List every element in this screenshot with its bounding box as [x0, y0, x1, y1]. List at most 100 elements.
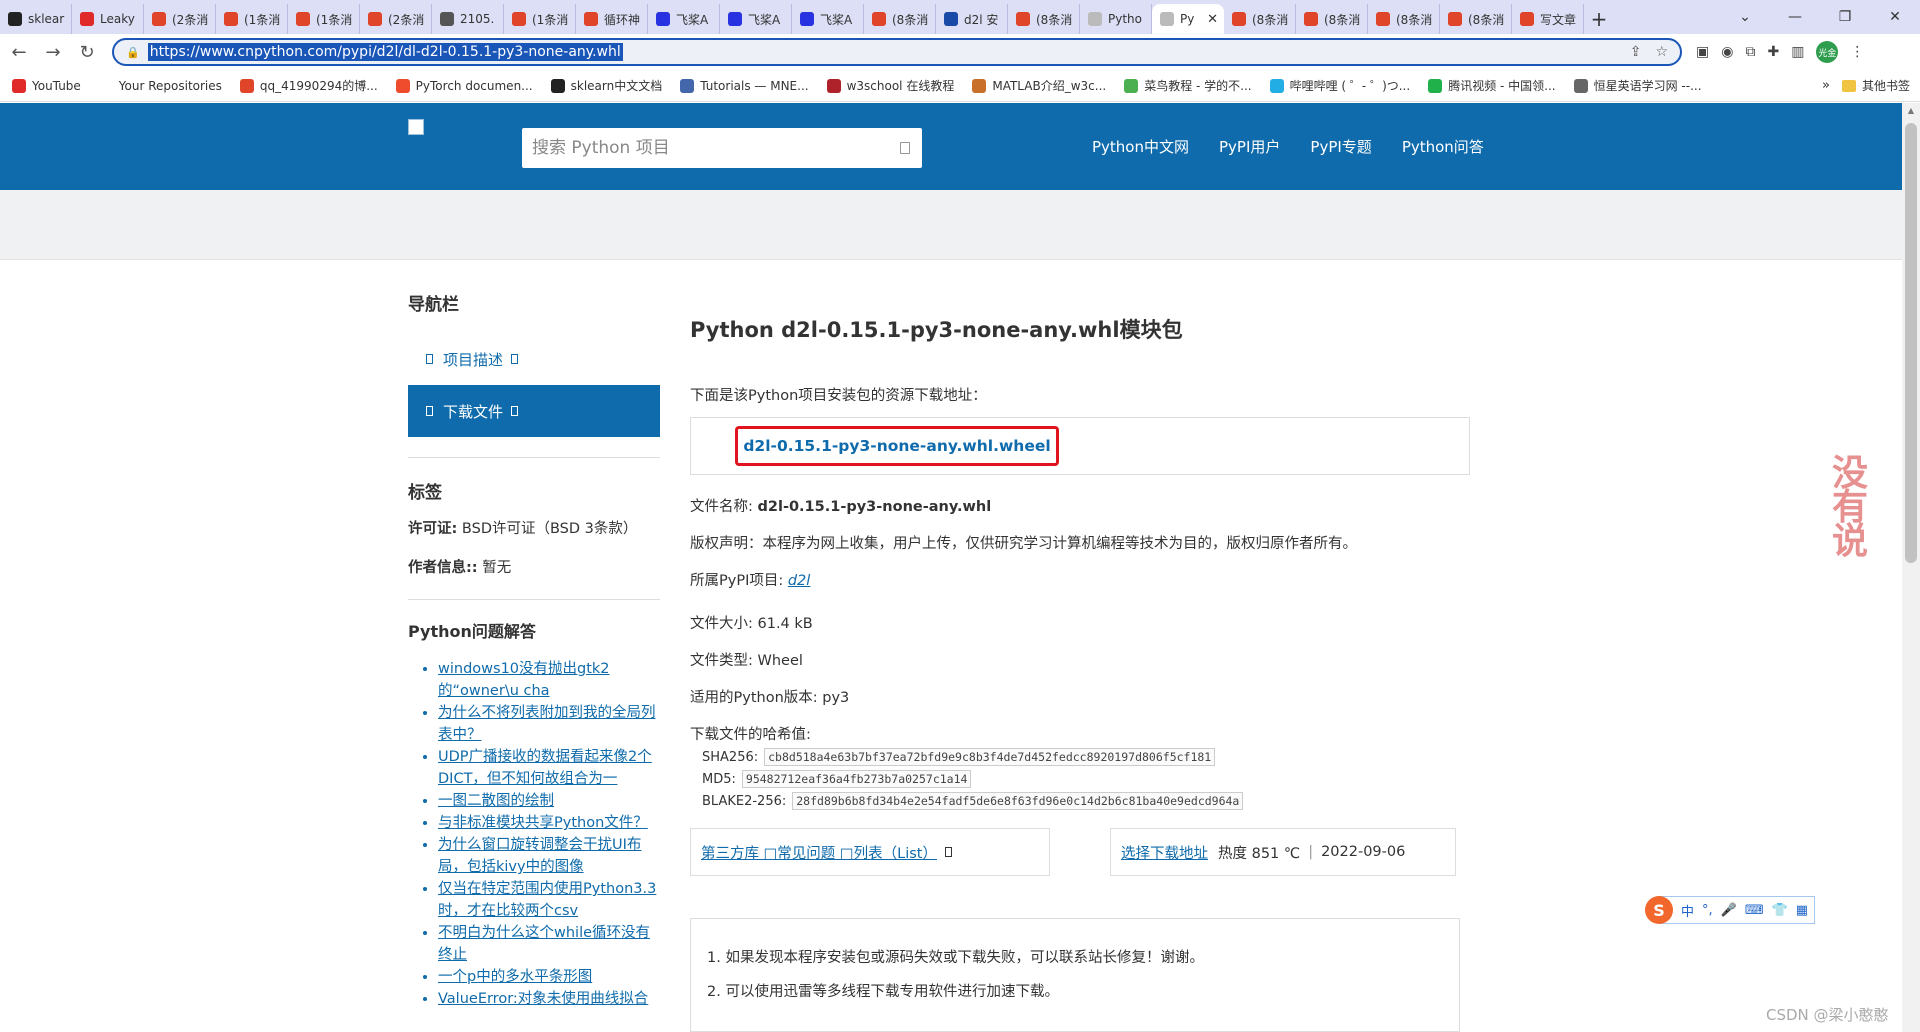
nav-python-qa[interactable]: Python问答	[1402, 136, 1484, 157]
bookmark-item[interactable]: MATLAB介绍_w3c...	[972, 77, 1106, 94]
ime-keyboard-icon[interactable]: ⌨	[1745, 903, 1764, 918]
bookmark-item[interactable]: PyTorch documen...	[395, 78, 533, 93]
ime-punctuation-icon[interactable]: °,	[1702, 903, 1713, 918]
back-button[interactable]: ←	[4, 37, 34, 67]
address-bar[interactable]: 🔒 https://www.cnpython.com/pypi/d2l/dl-d…	[112, 38, 1682, 66]
third-party-links[interactable]: 第三方库 □常见问题 □列表（List）	[701, 842, 937, 863]
nav-python-cn[interactable]: Python中文网	[1092, 136, 1189, 157]
nav-pypi-users[interactable]: PyPI用户	[1219, 136, 1280, 157]
other-bookmarks[interactable]: 其他书签	[1841, 77, 1910, 94]
menu-icon[interactable]: ⋮	[1850, 44, 1864, 60]
license-label: 许可证:	[408, 521, 458, 537]
url-text[interactable]: https://www.cnpython.com/pypi/d2l/dl-d2l…	[147, 43, 623, 61]
nav-pypi-topics[interactable]: PyPI专题	[1310, 136, 1371, 157]
bookmark-item[interactable]: qq_41990294的博...	[239, 77, 378, 94]
file-type-label: 文件类型:	[690, 653, 753, 669]
qa-link[interactable]: 一个p中的多水平条形图	[438, 969, 592, 985]
search-input[interactable]	[532, 138, 872, 158]
browser-tab[interactable]: 飞桨A	[648, 4, 720, 34]
hash-value[interactable]: 28fd89b6b8fd34b4e2e54fadf5de6e8f63fd96e0…	[792, 792, 1244, 810]
qa-list-item: 仅当在特定范围内使用Python3.3时，才在比较两个csv	[438, 878, 660, 922]
hash-value[interactable]: cb8d518a4e63b7bf37ea72bfd9e9c8b3f4de7d45…	[764, 748, 1216, 766]
hash-value[interactable]: 95482712eaf36a4fb273b7a0257c1a14	[741, 770, 972, 788]
tab-search-icon[interactable]: ⌄	[1720, 9, 1770, 25]
ime-skin-icon[interactable]: 👕	[1772, 903, 1788, 918]
qa-link[interactable]: 为什么不将列表附加到我的全局列表中？	[438, 705, 656, 743]
browser-tab[interactable]: (2条消	[144, 4, 216, 34]
scroll-up-icon[interactable]: ▲	[1902, 103, 1920, 119]
browser-tab[interactable]: d2l 安	[936, 4, 1008, 34]
bookmark-item[interactable]: 哔哩哔哩 ( ゜- ゜)つ...	[1269, 77, 1410, 94]
lock-icon[interactable]: 🔒	[126, 46, 140, 59]
extension-icon[interactable]: ▣	[1696, 44, 1709, 60]
bookmark-item[interactable]: 腾讯视频 - 中国领...	[1428, 77, 1556, 94]
qa-link[interactable]: 不明白为什么这个while循环没有终止	[438, 925, 650, 963]
search-icon[interactable]	[900, 142, 910, 154]
browser-tab[interactable]: (8条消	[1368, 4, 1440, 34]
qa-link[interactable]: 一图二散图的绘制	[438, 793, 554, 809]
bookmark-item[interactable]: YouTube	[12, 78, 81, 93]
ime-voice-icon[interactable]: 🎤	[1721, 903, 1737, 918]
close-window-button[interactable]: ✕	[1870, 9, 1920, 25]
copy-extension-icon[interactable]: ⧉	[1745, 44, 1755, 60]
browser-tab[interactable]: (8条消	[1224, 4, 1296, 34]
site-logo[interactable]	[408, 119, 424, 135]
browser-tab[interactable]: (2条消	[360, 4, 432, 34]
restore-button[interactable]: ❐	[1820, 9, 1870, 25]
puzzle-icon[interactable]: ✚	[1767, 44, 1779, 60]
browser-tab[interactable]: (8条消	[1008, 4, 1080, 34]
browser-tab[interactable]: 飞桨A	[792, 4, 864, 34]
bookmark-item[interactable]: 恒星英语学习网 --...	[1573, 77, 1702, 94]
qa-link[interactable]: UDP广播接收的数据看起来像2个DICT，但不知何故组合为一	[438, 749, 652, 787]
minimize-button[interactable]: —	[1770, 9, 1820, 25]
new-tab-button[interactable]: +	[1584, 4, 1614, 34]
sidebar-item-description[interactable]: 项目描述	[408, 333, 660, 385]
download-link[interactable]: d2l-0.15.1-py3-none-any.whl.wheel	[743, 437, 1050, 455]
sidepanel-icon[interactable]: ▥	[1791, 44, 1804, 60]
page-scrollbar[interactable]: ▲	[1902, 103, 1920, 1032]
bookmark-item[interactable]: Your Repositories	[98, 78, 222, 93]
qa-link[interactable]: 为什么窗口旋转调整会干扰UI布局，包括kivy中的图像	[438, 837, 641, 875]
chrome-extension-icon[interactable]: ◉	[1721, 44, 1733, 60]
qa-link[interactable]: windows10没有抛出gtk2的“owner\u cha	[438, 661, 610, 699]
qa-link[interactable]: ValueError:对象未使用曲线拟合	[438, 991, 648, 1007]
tab-favicon-icon	[152, 12, 166, 26]
tab-close-icon[interactable]: ✕	[1207, 12, 1218, 27]
qa-link[interactable]: 与非标准模块共享Python文件？	[438, 815, 648, 831]
pypi-project-link[interactable]: d2l	[788, 573, 810, 589]
forward-button[interactable]: →	[38, 37, 68, 67]
browser-tab[interactable]: 飞桨A	[720, 4, 792, 34]
browser-tab[interactable]: 写文章	[1512, 4, 1584, 34]
browser-tab[interactable]: (8条消	[1440, 4, 1512, 34]
bookmark-item[interactable]: w3school 在线教程	[826, 77, 954, 94]
browser-tab[interactable]: Pytho	[1080, 4, 1152, 34]
sogou-logo-icon[interactable]: S	[1645, 896, 1673, 924]
bookmark-item[interactable]: Tutorials — MNE...	[680, 78, 809, 93]
scrollbar-thumb[interactable]	[1905, 123, 1917, 563]
sidebar-item-download[interactable]: 下载文件	[408, 385, 660, 437]
qa-link[interactable]: 仅当在特定范围内使用Python3.3时，才在比较两个csv	[438, 881, 656, 919]
browser-tab[interactable]: Leaky	[72, 4, 144, 34]
browser-tab[interactable]: 循环神	[576, 4, 648, 34]
reload-button[interactable]: ↻	[72, 37, 102, 67]
browser-tab[interactable]: (8条消	[864, 4, 936, 34]
browser-tab[interactable]: sklear	[0, 4, 72, 34]
choose-download-link[interactable]: 选择下载地址	[1121, 842, 1208, 863]
bookmark-item[interactable]: sklearn中文文档	[550, 77, 662, 94]
share-icon[interactable]: ⇪	[1630, 44, 1642, 60]
browser-tab[interactable]: (1条消	[216, 4, 288, 34]
browser-tab[interactable]: (1条消	[504, 4, 576, 34]
ime-toolbar[interactable]: S 中 °, 🎤 ⌨ 👕 ▦	[1645, 896, 1816, 924]
ime-toolbox-icon[interactable]: ▦	[1796, 903, 1808, 918]
ime-mode-chinese[interactable]: 中	[1681, 901, 1694, 920]
browser-tab[interactable]: 2105.	[432, 4, 504, 34]
bookmarks-more-button[interactable]: »	[1822, 78, 1830, 93]
author-label: 作者信息::	[408, 560, 478, 576]
profile-avatar[interactable]: 光金	[1816, 41, 1839, 63]
browser-tab[interactable]: (8条消	[1296, 4, 1368, 34]
browser-tab[interactable]: Py ✕	[1152, 4, 1224, 34]
browser-tab[interactable]: (1条消	[288, 4, 360, 34]
links-box: 第三方库 □常见问题 □列表（List）	[690, 828, 1050, 876]
bookmark-item[interactable]: 菜鸟教程 - 学的不...	[1124, 77, 1252, 94]
bookmark-star-icon[interactable]: ☆	[1655, 44, 1668, 60]
